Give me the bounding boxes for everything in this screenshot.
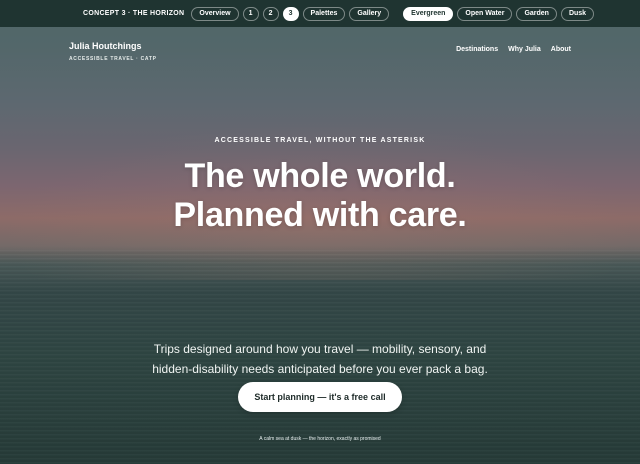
hero-headline: The whole world. Planned with care.	[0, 157, 640, 235]
garden-palette-tab[interactable]: Garden	[516, 6, 557, 21]
concept-title: CONCEPT 3 · THE HORIZON	[83, 10, 185, 17]
hero-section: ACCESSIBLE TRAVEL, WITHOUT THE ASTERISK …	[0, 137, 640, 235]
evergreen-palette-tab[interactable]: Evergreen	[403, 6, 454, 21]
overview-tab[interactable]: Overview	[191, 6, 239, 21]
concept-navigation-bar: CONCEPT 3 · THE HORIZON Overview 1 2 3 P…	[0, 0, 640, 27]
open-water-palette-tab[interactable]: Open Water	[457, 6, 513, 21]
concept-1-tab[interactable]: 1	[242, 6, 259, 21]
concept-3-tab[interactable]: 3	[282, 6, 299, 21]
brand-tagline: ACCESSIBLE TRAVEL · CATP	[69, 56, 157, 62]
intro-line-one: Trips designed around how you travel — m…	[153, 342, 487, 356]
tab-group-spacer	[393, 7, 403, 21]
brand-name[interactable]: Julia Houtchings	[69, 41, 142, 51]
site-header: Julia Houtchings ACCESSIBLE TRAVEL · CAT…	[69, 38, 579, 68]
horizon-concept-page: CONCEPT 3 · THE HORIZON Overview 1 2 3 P…	[0, 0, 640, 464]
hero-image-caption: A calm sea at dusk — the horizon, exactl…	[259, 436, 381, 442]
hero-eyebrow: ACCESSIBLE TRAVEL, WITHOUT THE ASTERISK	[214, 137, 426, 144]
hero-intro-text: Trips designed around how you travel — m…	[0, 339, 640, 379]
nav-link-about[interactable]: About	[551, 46, 571, 53]
gallery-tab[interactable]: Gallery	[349, 6, 390, 21]
start-planning-button[interactable]: Start planning — it's a free call	[238, 382, 402, 412]
main-navigation: Destinations Why Julia About	[456, 46, 571, 53]
headline-line-one: The whole world.	[184, 157, 456, 195]
headline-line-two: Planned with care.	[173, 196, 467, 234]
concept-2-tab[interactable]: 2	[262, 6, 279, 21]
intro-line-two: hidden-disability needs anticipated befo…	[152, 362, 488, 376]
dusk-palette-tab[interactable]: Dusk	[560, 6, 595, 21]
nav-link-why-julia[interactable]: Why Julia	[508, 46, 541, 53]
palettes-tab[interactable]: Palettes	[302, 6, 346, 21]
nav-link-destinations[interactable]: Destinations	[456, 46, 498, 53]
